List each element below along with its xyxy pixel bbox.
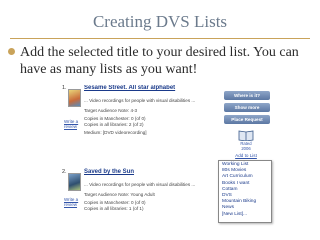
- place-request-button[interactable]: Place Request: [224, 115, 270, 124]
- bullet-dot-icon: [8, 48, 15, 55]
- result-title-link[interactable]: Saved by the Sun: [84, 169, 134, 175]
- result-number: 2.: [62, 169, 67, 175]
- copies-all: Copies in all libraries: 2 (of 2): [84, 122, 144, 127]
- bullet-point: Add the selected title to your desired l…: [8, 44, 312, 78]
- slide-title: Creating DVS Lists: [92, 12, 228, 31]
- where-is-it-button[interactable]: Where is it?: [224, 91, 270, 100]
- title-divider: [10, 38, 310, 39]
- list-option-new-list[interactable]: [New List]...: [222, 212, 268, 218]
- show-more-button[interactable]: Show more: [224, 103, 270, 112]
- list-dropdown-menu[interactable]: Working List 80s Movies Art Curriculum B…: [218, 160, 272, 223]
- book-icon: [238, 130, 254, 141]
- copies-all: Copies in all libraries: 1 (of 1): [84, 206, 144, 211]
- cover-image: [68, 173, 81, 191]
- write-review-link[interactable]: Write a review: [64, 197, 80, 207]
- write-review-link[interactable]: Write a review: [64, 119, 80, 129]
- book-caption-line-2: 2006: [241, 146, 251, 151]
- medium: Medium: [DVD videorecording]: [84, 130, 147, 135]
- result-title-link[interactable]: Sesame Street. All star alphabet: [84, 85, 175, 91]
- search-result-1: 1. Write a review Sesame Street. All sta…: [62, 85, 292, 165]
- cover-image: [68, 89, 81, 107]
- copies-local: Copies in Manchester: 0 (of 0): [84, 200, 146, 205]
- result-number: 1.: [62, 85, 67, 91]
- copies-local: Copies in Manchester: 0 (of 0): [84, 116, 146, 121]
- bullet-text: Add the selected title to your desired l…: [20, 45, 299, 77]
- result-description: ... Video recordings for people with vis…: [84, 182, 196, 187]
- catalog-screenshot: 1. Write a review Sesame Street. All sta…: [62, 85, 292, 235]
- add-to-list-link[interactable]: Add to List: [222, 153, 270, 158]
- target-audience: Target Audience Note: Young Adult: [84, 192, 155, 197]
- result-description: ... Video recordings for people with vis…: [84, 98, 196, 103]
- target-audience: Target Audience Note: 4-3: [84, 108, 138, 113]
- book-caption: Rated 2006: [222, 141, 270, 151]
